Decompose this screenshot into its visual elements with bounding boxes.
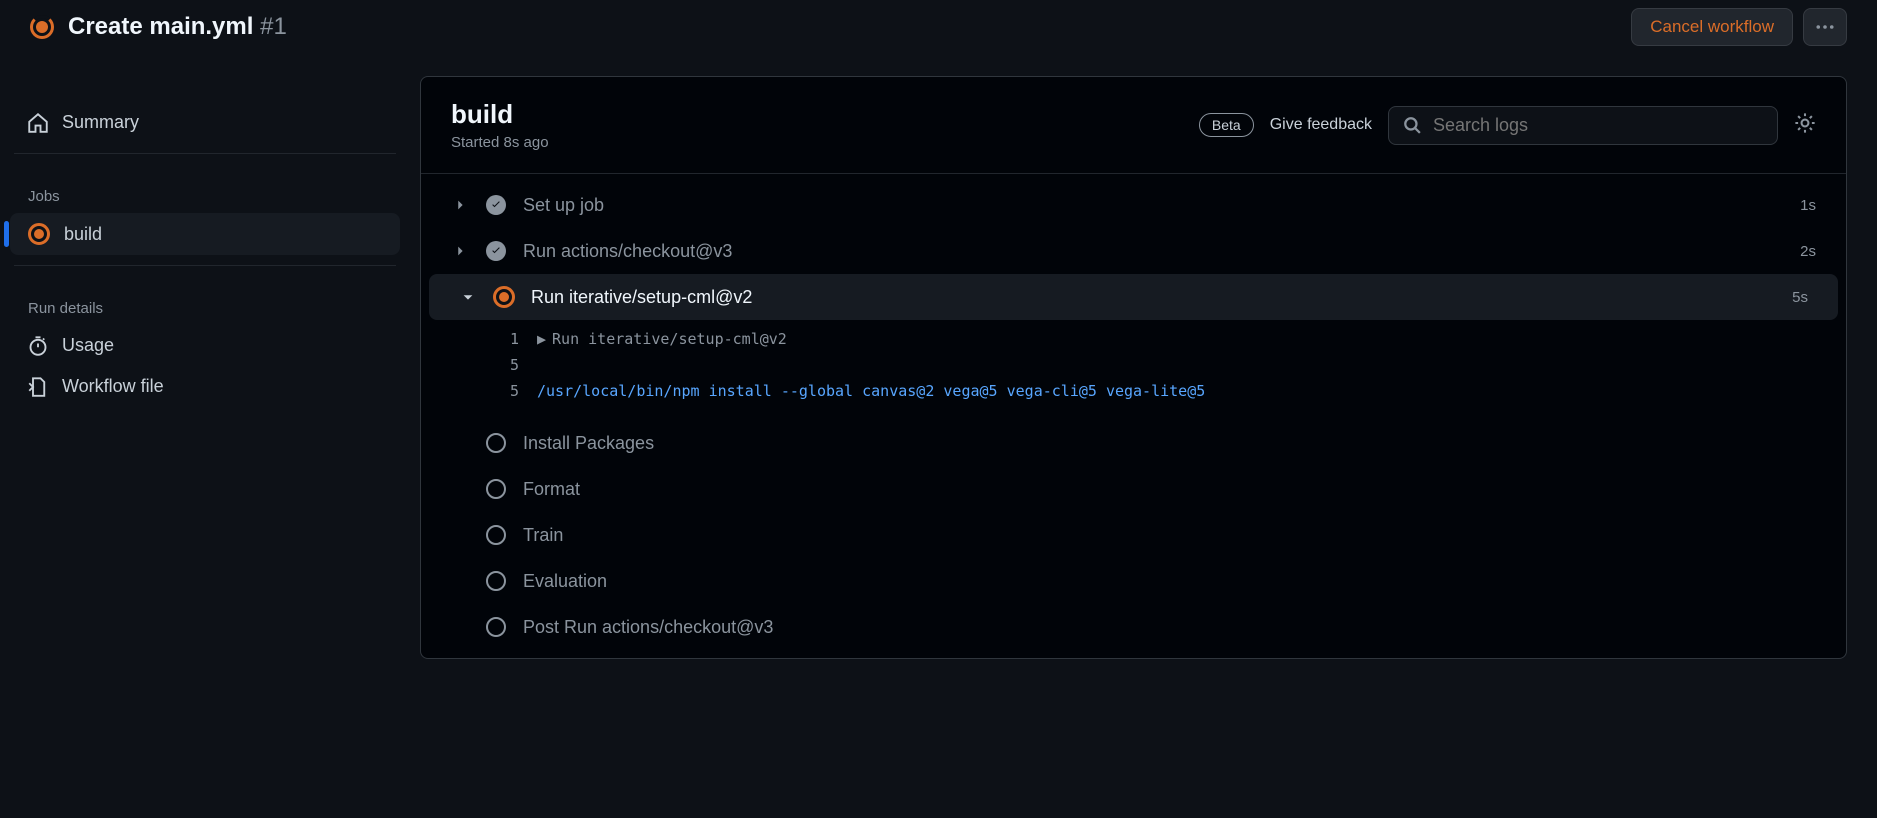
stopwatch-icon [28, 336, 48, 356]
file-icon [28, 377, 48, 397]
line-number: 5 [491, 356, 519, 374]
disclosure-triangle-icon: ▶ [537, 330, 546, 348]
running-spinner-icon [30, 15, 54, 39]
step-name: Install Packages [523, 433, 1816, 454]
page-header: Create main.yml #1 Cancel workflow [0, 0, 1877, 62]
beta-badge: Beta [1199, 113, 1254, 137]
step-duration: 1s [1800, 197, 1816, 214]
divider [14, 153, 396, 154]
step-train[interactable]: Train [421, 512, 1846, 558]
header-left: Create main.yml #1 [30, 13, 1631, 41]
sidebar-workflow-file-label: Workflow file [62, 376, 164, 397]
step-duration: 5s [1792, 289, 1808, 306]
chevron-down-icon [459, 290, 477, 304]
search-logs-input[interactable] [1433, 115, 1763, 136]
step-name: Evaluation [523, 571, 1816, 592]
running-spinner-icon [28, 223, 50, 245]
job-subtitle: Started 8s ago [451, 134, 1183, 151]
home-icon [28, 113, 48, 133]
chevron-right-icon [451, 244, 469, 258]
step-install-packages[interactable]: Install Packages [421, 420, 1846, 466]
success-icon [485, 240, 507, 262]
more-actions-button[interactable] [1803, 8, 1847, 46]
jobs-label: Jobs [10, 164, 400, 213]
step-name: Run actions/checkout@v3 [523, 241, 1784, 262]
running-spinner-icon [493, 286, 515, 308]
step-name: Run iterative/setup-cml@v2 [531, 287, 1776, 308]
step-evaluation[interactable]: Evaluation [421, 558, 1846, 604]
sidebar-usage-label: Usage [62, 335, 114, 356]
sidebar-workflow-file[interactable]: Workflow file [10, 366, 400, 407]
cancel-workflow-button[interactable]: Cancel workflow [1631, 8, 1793, 46]
search-logs-wrap[interactable] [1388, 106, 1778, 145]
line-content: /usr/local/bin/npm install --global canv… [537, 382, 1205, 400]
main-panel: build Started 8s ago Beta Give feedback [420, 76, 1847, 659]
step-name: Set up job [523, 195, 1784, 216]
workflow-title-text: Create main.yml [68, 13, 253, 40]
divider [14, 265, 396, 266]
log-line: 5 /usr/local/bin/npm install --global ca… [491, 378, 1826, 404]
line-number: 5 [491, 382, 519, 400]
sidebar-summary-label: Summary [62, 112, 139, 133]
step-post-checkout[interactable]: Post Run actions/checkout@v3 [421, 604, 1846, 650]
sidebar-job-label: build [64, 224, 102, 245]
log-line: 5 [491, 352, 1826, 378]
line-content: ▶Run iterative/setup-cml@v2 [537, 330, 787, 348]
pending-icon [485, 524, 507, 546]
main-header: build Started 8s ago Beta Give feedback [421, 77, 1846, 174]
step-setup-job[interactable]: Set up job 1s [421, 182, 1846, 228]
search-icon [1403, 116, 1421, 134]
sidebar-usage[interactable]: Usage [10, 325, 400, 366]
settings-button[interactable] [1794, 112, 1816, 139]
success-icon [485, 194, 507, 216]
steps-list: Set up job 1s Run actions/checkout@v3 2s [421, 174, 1846, 658]
pending-icon [485, 570, 507, 592]
gear-icon [1794, 112, 1816, 134]
job-title: build [451, 99, 1183, 130]
step-setup-cml[interactable]: Run iterative/setup-cml@v2 5s [429, 274, 1838, 320]
chevron-right-icon [451, 198, 469, 212]
log-line[interactable]: 1 ▶Run iterative/setup-cml@v2 [491, 326, 1826, 352]
run-number: #1 [260, 13, 287, 40]
give-feedback-link[interactable]: Give feedback [1270, 116, 1372, 134]
header-right: Cancel workflow [1631, 8, 1847, 46]
pending-icon [485, 616, 507, 638]
step-name: Train [523, 525, 1816, 546]
sidebar-job-build[interactable]: build [10, 213, 400, 255]
step-format[interactable]: Format [421, 466, 1846, 512]
sidebar: Summary Jobs build Run details Usage Wor… [0, 62, 410, 659]
step-duration: 2s [1800, 243, 1816, 260]
pending-icon [485, 432, 507, 454]
log-output: 1 ▶Run iterative/setup-cml@v2 5 5 /usr/l… [421, 320, 1846, 420]
main-header-left: build Started 8s ago [451, 99, 1183, 151]
step-name: Format [523, 479, 1816, 500]
workflow-title: Create main.yml #1 [68, 13, 287, 41]
pending-icon [485, 478, 507, 500]
run-details-label: Run details [10, 276, 400, 325]
step-name: Post Run actions/checkout@v3 [523, 617, 1816, 638]
line-number: 1 [491, 330, 519, 348]
sidebar-summary[interactable]: Summary [10, 102, 400, 143]
layout: Summary Jobs build Run details Usage Wor… [0, 62, 1877, 659]
kebab-icon [1816, 18, 1834, 36]
step-checkout[interactable]: Run actions/checkout@v3 2s [421, 228, 1846, 274]
